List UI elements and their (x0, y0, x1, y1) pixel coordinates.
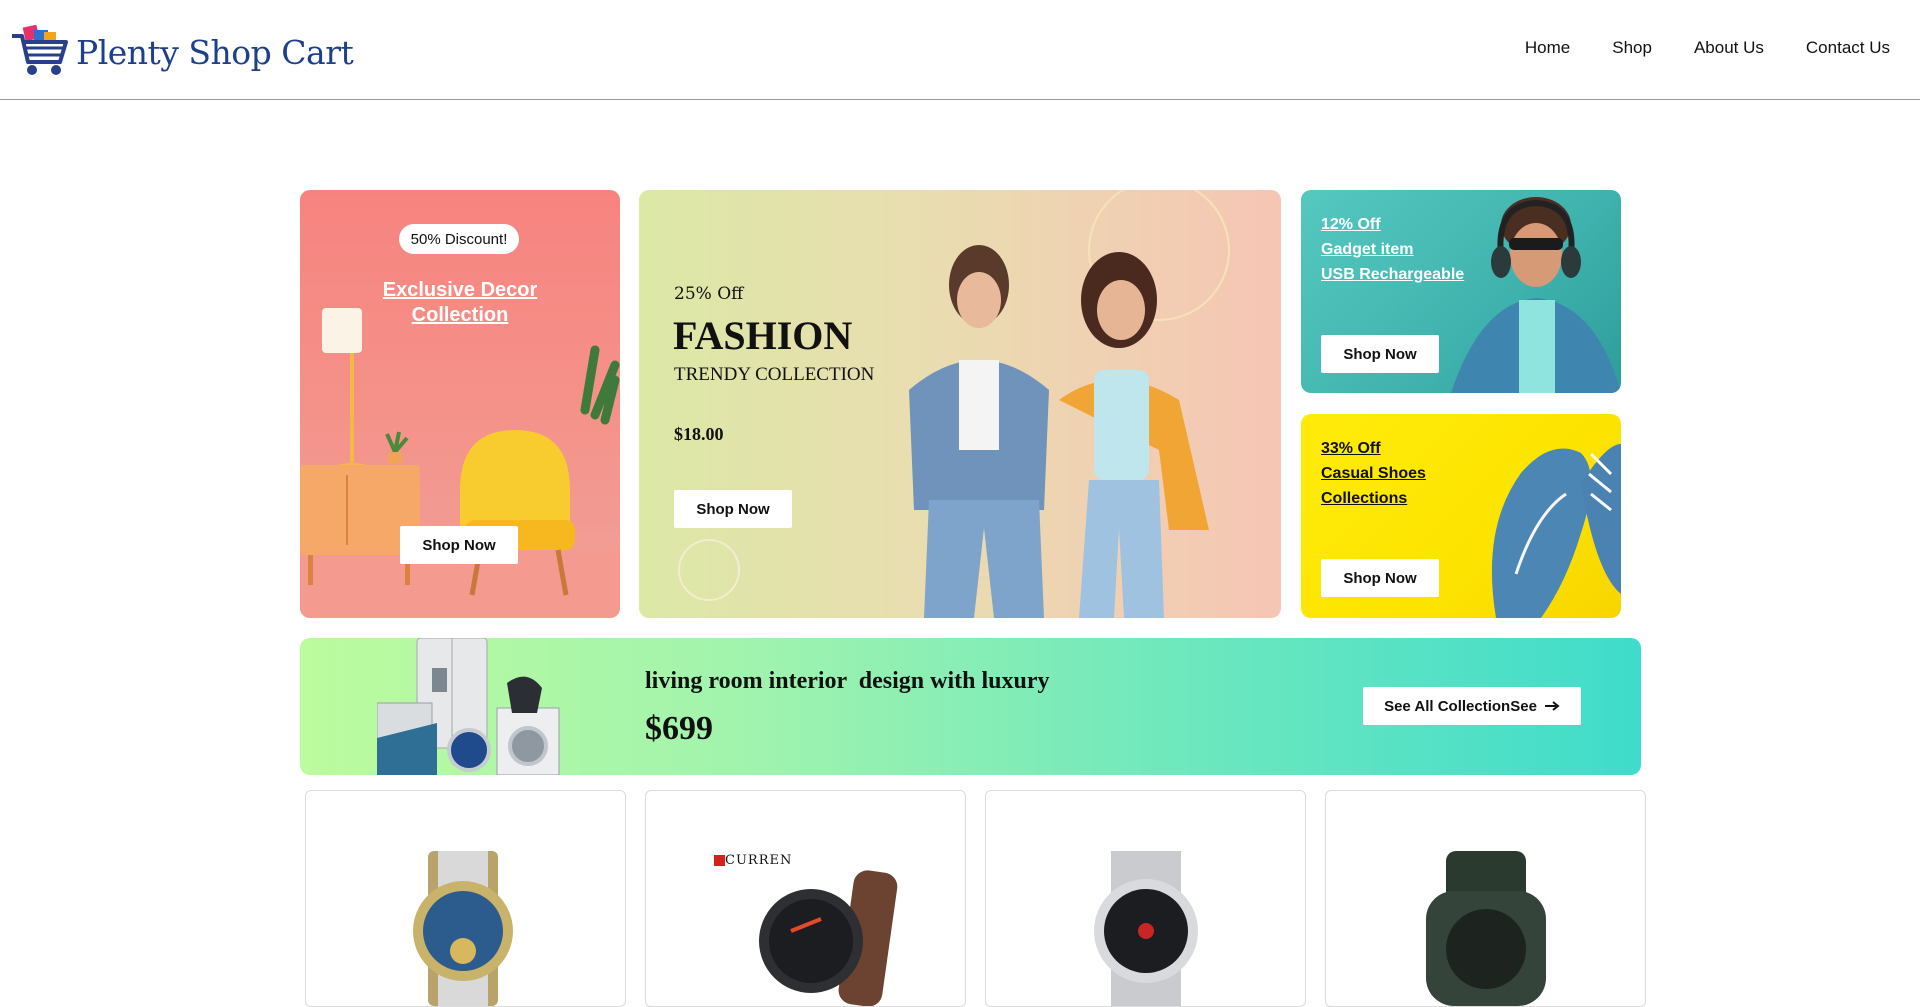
nav-home[interactable]: Home (1525, 38, 1570, 58)
silver-mesh-watch-image (1094, 851, 1198, 1006)
gadget-line3: USB Rechargeable (1321, 266, 1465, 283)
nav-contact[interactable]: Contact Us (1806, 38, 1890, 58)
decor-promo-card: 50% Discount! Exclusive Decor Collection… (300, 190, 620, 618)
fashion-price: $18.00 (674, 424, 724, 444)
fashion-shop-now-button[interactable]: Shop Now (674, 490, 792, 528)
green-digital-watch-image (1426, 851, 1546, 1006)
discount-badge: 50% Discount! (399, 224, 519, 254)
decor-title-line2: Collection (411, 304, 509, 326)
gold-blue-watch-image (413, 851, 513, 1006)
shoes-promo-card: 33% Off Casual Shoes Collections Shop No… (1301, 414, 1621, 618)
appliances-banner: living room interior design with luxury … (300, 638, 1641, 775)
main-nav: Home Shop About Us Contact Us (1483, 38, 1890, 58)
decor-title-link[interactable]: Exclusive Decor Collection (300, 278, 620, 328)
shoes-shop-now-button[interactable]: Shop Now (1321, 559, 1439, 597)
fashion-title: FASHION (673, 313, 853, 358)
fashion-subtitle: TRENDY COLLECTION (674, 364, 875, 385)
product-card[interactable] (305, 790, 626, 1007)
fashion-promo-card: 25% Off FASHION TRENDY COLLECTION $18.00… (639, 190, 1281, 618)
see-all-label: See All CollectionSee (1384, 697, 1537, 715)
shopping-cart-icon (10, 22, 70, 83)
gadget-line1: 12% Off (1321, 216, 1381, 233)
gadget-title-link[interactable]: 12% Off Gadget item USB Rechargeable (1321, 212, 1464, 287)
arrow-right-icon (1544, 701, 1560, 711)
banner-price: $699 (645, 710, 713, 747)
gadget-promo-card: 12% Off Gadget item USB Rechargeable Sho… (1301, 190, 1621, 393)
decor-title-line1: Exclusive Decor (382, 279, 538, 301)
shoes-line3: Collections (1321, 490, 1408, 507)
fashion-discount: 25% Off (674, 284, 744, 304)
gadget-line2: Gadget item (1321, 241, 1414, 258)
nav-about[interactable]: About Us (1694, 38, 1764, 58)
see-all-collection-button[interactable]: See All CollectionSee (1363, 687, 1581, 725)
fashion-models-image (678, 190, 1230, 618)
brand-logo[interactable]: Plenty Shop Cart (10, 22, 354, 83)
shoes-line2: Casual Shoes (1321, 465, 1426, 482)
banner-title: living room interior design with luxury (645, 668, 1050, 694)
appliances-image (377, 638, 560, 775)
shoes-line1: 33% Off (1321, 440, 1381, 457)
gadget-shop-now-button[interactable]: Shop Now (1321, 335, 1439, 373)
curren-black-watch-image (759, 870, 898, 1006)
decor-shop-now-button[interactable]: Shop Now (400, 526, 518, 564)
brand-name: Plenty Shop Cart (76, 33, 354, 72)
product-card[interactable] (1325, 790, 1646, 1007)
nav-shop[interactable]: Shop (1612, 38, 1652, 58)
site-header: Plenty Shop Cart Home Shop About Us Cont… (0, 0, 1920, 100)
product-card[interactable] (985, 790, 1306, 1007)
product-card[interactable]: CURREN (645, 790, 966, 1007)
shoes-title-link[interactable]: 33% Off Casual Shoes Collections (1321, 436, 1426, 511)
